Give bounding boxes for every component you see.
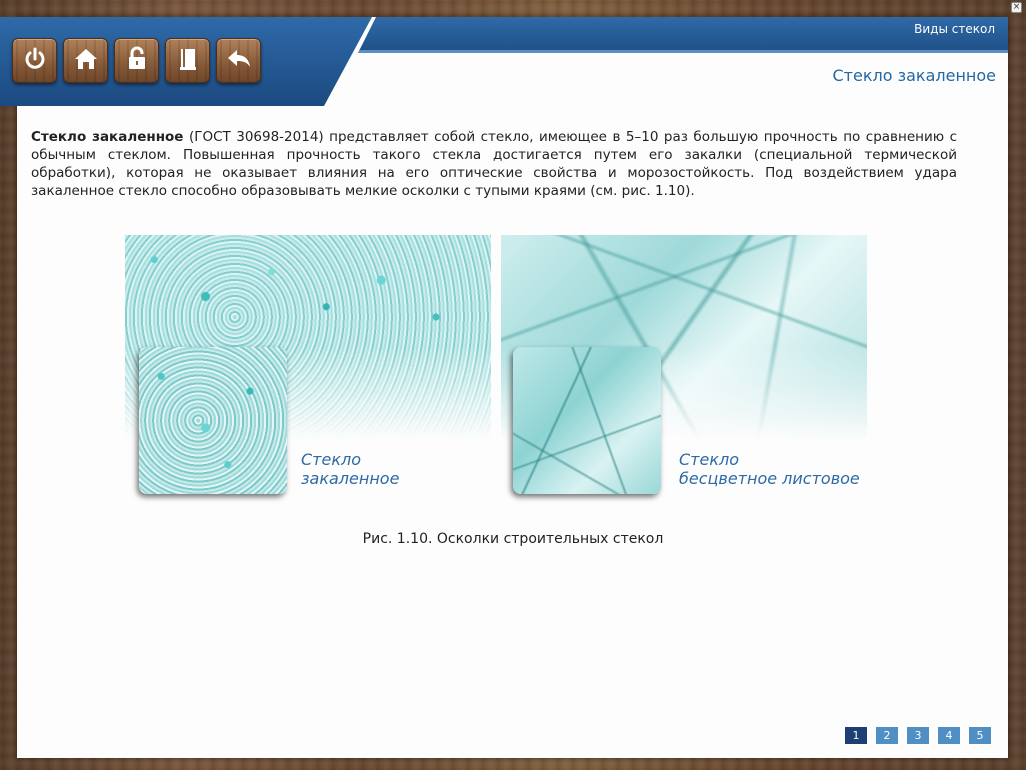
home-icon bbox=[72, 45, 100, 77]
tempered-label-line1: Стекло bbox=[301, 450, 362, 469]
page-button-5[interactable]: 5 bbox=[969, 727, 991, 744]
page-button-1[interactable]: 1 bbox=[845, 727, 867, 744]
page-title: Стекло закаленное bbox=[832, 66, 996, 85]
section-title: Виды стекол bbox=[914, 22, 995, 36]
power-button[interactable] bbox=[12, 38, 57, 83]
page-navigation: 1 2 3 4 5 bbox=[845, 727, 991, 744]
back-button[interactable] bbox=[216, 38, 261, 83]
page-button-4[interactable]: 4 bbox=[938, 727, 960, 744]
tempered-glass-label: Стекло закаленное bbox=[301, 450, 399, 488]
lock-icon bbox=[123, 45, 151, 77]
tempered-label-line2: закаленное bbox=[301, 469, 400, 488]
section-header-band: Виды стекол bbox=[358, 17, 1008, 53]
figure-caption: Рис. 1.10. Осколки строительных стекол bbox=[362, 531, 664, 547]
tempered-glass-closeup bbox=[139, 347, 287, 494]
back-arrow-icon bbox=[225, 45, 253, 77]
page-button-3[interactable]: 3 bbox=[907, 727, 929, 744]
page-button-2[interactable]: 2 bbox=[876, 727, 898, 744]
sheet-label-line1: Стекло bbox=[679, 450, 740, 469]
power-icon bbox=[21, 45, 49, 77]
intro-paragraph: Стекло закаленное (ГОСТ 30698-2014) пред… bbox=[31, 128, 957, 200]
sheet-label-line2: бесцветное листовое bbox=[679, 469, 860, 488]
sheet-glass-closeup bbox=[513, 347, 661, 494]
main-toolbar bbox=[12, 38, 261, 83]
lock-button[interactable] bbox=[114, 38, 159, 83]
home-button[interactable] bbox=[63, 38, 108, 83]
window-close-button[interactable]: × bbox=[1011, 2, 1022, 13]
book-icon bbox=[174, 45, 202, 77]
sheet-glass-label: Стекло бесцветное листовое bbox=[679, 450, 860, 488]
book-button[interactable] bbox=[165, 38, 210, 83]
term-bold: Стекло закаленное bbox=[31, 129, 184, 145]
header-divider bbox=[358, 50, 1008, 53]
